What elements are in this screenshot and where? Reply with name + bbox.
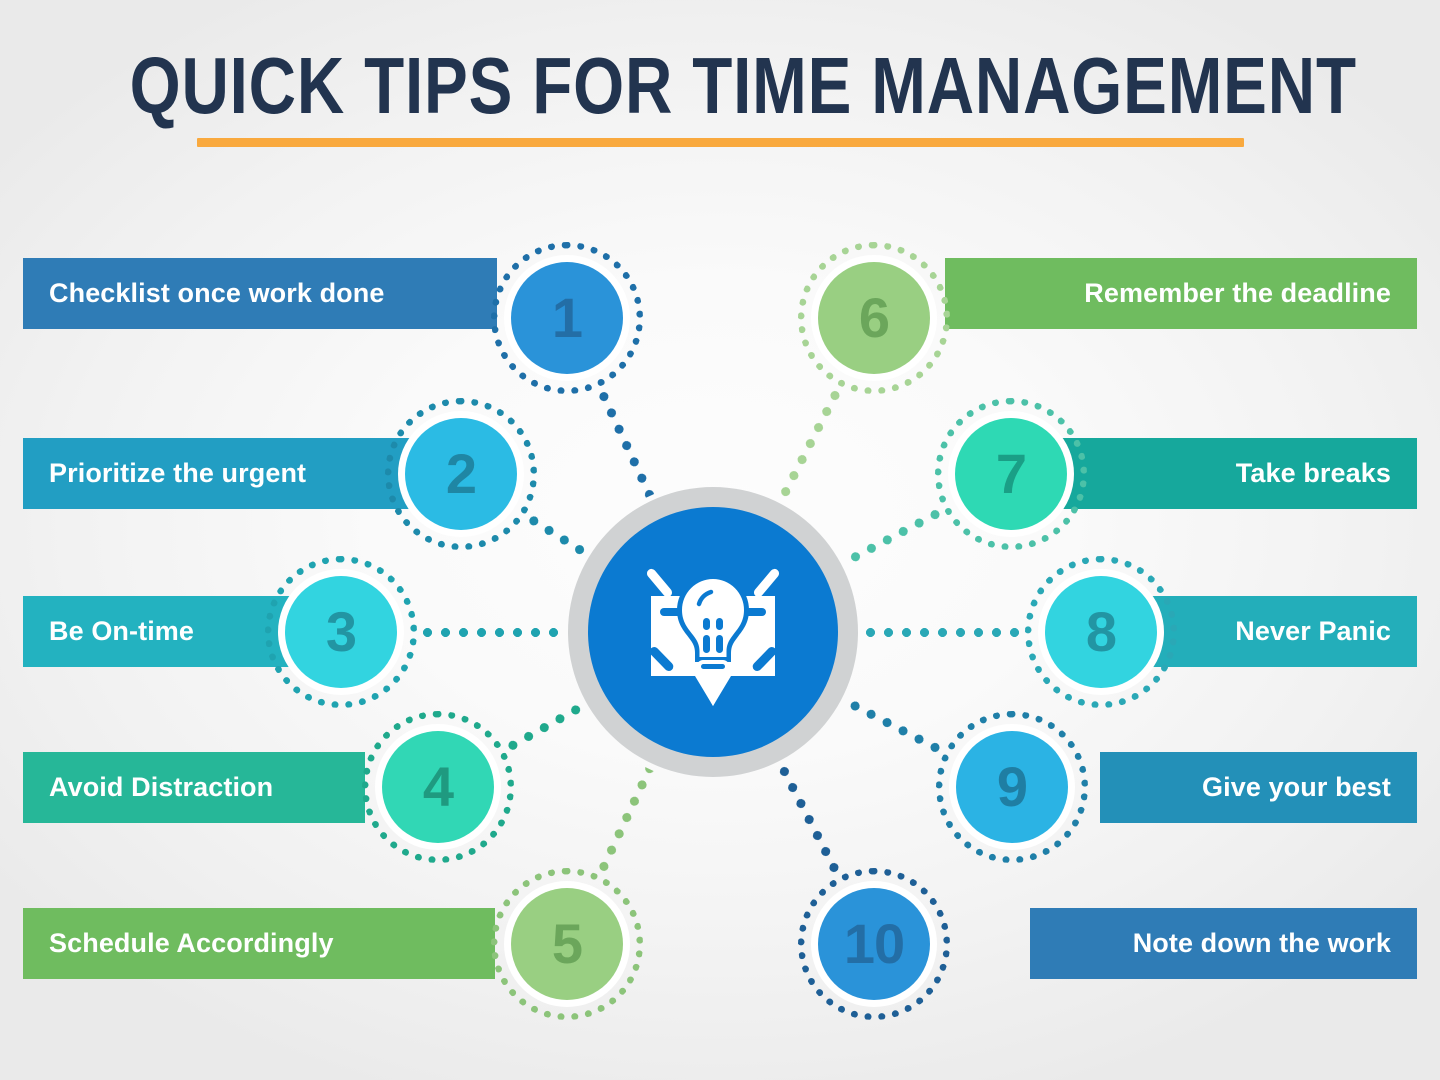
tip-node-disc-7: 7 bbox=[955, 418, 1067, 530]
tip-label-5: Schedule Accordingly bbox=[49, 928, 334, 958]
connector-line-10 bbox=[777, 763, 841, 874]
tip-node-white-gap-4: 4 bbox=[375, 724, 501, 850]
tip-node-disc-10: 10 bbox=[818, 888, 930, 1000]
tip-number-6: 6 bbox=[858, 286, 890, 349]
tip-node-disc-5: 5 bbox=[511, 888, 623, 1000]
connector-line-9 bbox=[844, 697, 942, 754]
tip-node-5[interactable]: 5 bbox=[491, 868, 643, 1020]
lightbulb-idea-icon bbox=[646, 568, 780, 706]
tip-node-white-gap-1: 1 bbox=[504, 255, 630, 381]
tip-number-10: 10 bbox=[843, 912, 905, 975]
tip-node-6[interactable]: 6 bbox=[798, 242, 950, 394]
tip-number-7: 7 bbox=[995, 442, 1027, 505]
connector-line-5 bbox=[597, 766, 654, 873]
tip-number-5: 5 bbox=[551, 912, 583, 975]
tip-label-9: Give your best bbox=[1202, 772, 1391, 802]
tip-bar-5[interactable]: Schedule Accordingly bbox=[23, 908, 495, 979]
tip-bar-6[interactable]: Remember the deadline bbox=[945, 258, 1417, 329]
tip-node-8[interactable]: 8 bbox=[1025, 556, 1177, 708]
tip-node-white-gap-10: 10 bbox=[811, 881, 937, 1007]
tip-node-9[interactable]: 9 bbox=[936, 711, 1088, 863]
connector-line-8 bbox=[863, 628, 1019, 637]
tip-node-1[interactable]: 1 bbox=[491, 242, 643, 394]
tip-node-white-gap-2: 2 bbox=[398, 411, 524, 537]
tip-number-3: 3 bbox=[325, 600, 357, 663]
tip-node-white-gap-5: 5 bbox=[504, 881, 630, 1007]
tip-label-6: Remember the deadline bbox=[1084, 278, 1391, 308]
tip-node-disc-6: 6 bbox=[818, 262, 930, 374]
tip-bar-2[interactable]: Prioritize the urgent bbox=[23, 438, 412, 509]
connector-line-4 bbox=[507, 702, 585, 752]
tip-node-4[interactable]: 4 bbox=[362, 711, 514, 863]
tip-node-disc-4: 4 bbox=[382, 731, 494, 843]
connector-line-1 bbox=[597, 390, 654, 499]
tip-number-8: 8 bbox=[1085, 600, 1117, 663]
tip-label-2: Prioritize the urgent bbox=[49, 458, 307, 488]
tip-node-white-gap-9: 9 bbox=[949, 724, 1075, 850]
connector-line-7 bbox=[843, 508, 941, 567]
tip-bar-4[interactable]: Avoid Distraction bbox=[23, 752, 365, 823]
tip-label-10: Note down the work bbox=[1132, 928, 1391, 958]
connector-line-6 bbox=[777, 389, 841, 502]
tip-number-4: 4 bbox=[422, 755, 454, 818]
infographic-canvas: QUICK TIPS FOR TIME MANAGEMENT Checklist… bbox=[0, 0, 1440, 1080]
tip-label-4: Avoid Distraction bbox=[49, 772, 274, 802]
tip-label-1: Checklist once work done bbox=[49, 278, 385, 308]
tip-node-7[interactable]: 7 bbox=[935, 398, 1087, 550]
tip-bar-10[interactable]: Note down the work bbox=[1030, 908, 1417, 979]
page-title: QUICK TIPS FOR TIME MANAGEMENT bbox=[129, 41, 1357, 130]
tip-number-1: 1 bbox=[551, 286, 583, 349]
tip-node-disc-2: 2 bbox=[405, 418, 517, 530]
tip-number-2: 2 bbox=[445, 442, 477, 505]
tip-bar-7[interactable]: Take breaks bbox=[1055, 438, 1417, 509]
tip-node-white-gap-7: 7 bbox=[948, 411, 1074, 537]
connector-line-3 bbox=[423, 628, 563, 637]
connector-line-2 bbox=[528, 514, 589, 557]
tip-node-white-gap-3: 3 bbox=[278, 569, 404, 695]
tip-node-disc-9: 9 bbox=[956, 731, 1068, 843]
tip-label-8: Never Panic bbox=[1235, 616, 1391, 646]
center-hub-disc bbox=[588, 507, 838, 757]
tip-node-white-gap-6: 6 bbox=[811, 255, 937, 381]
tip-node-10[interactable]: 10 bbox=[798, 868, 950, 1020]
tip-node-3[interactable]: 3 bbox=[265, 556, 417, 708]
tip-label-7: Take breaks bbox=[1235, 458, 1391, 488]
tip-node-disc-3: 3 bbox=[285, 576, 397, 688]
tip-number-9: 9 bbox=[996, 755, 1028, 818]
tip-node-white-gap-8: 8 bbox=[1038, 569, 1164, 695]
tip-bar-9[interactable]: Give your best bbox=[1100, 752, 1417, 823]
tip-node-disc-1: 1 bbox=[511, 262, 623, 374]
tip-bar-8[interactable]: Never Panic bbox=[1150, 596, 1417, 667]
title-underline-rule bbox=[196, 138, 1244, 147]
tip-node-disc-8: 8 bbox=[1045, 576, 1157, 688]
tip-node-2[interactable]: 2 bbox=[385, 398, 537, 550]
tip-label-3: Be On-time bbox=[49, 616, 195, 646]
tip-bar-1[interactable]: Checklist once work done bbox=[23, 258, 497, 329]
title-block: QUICK TIPS FOR TIME MANAGEMENT bbox=[0, 44, 1440, 147]
center-hub-ring bbox=[568, 487, 858, 777]
